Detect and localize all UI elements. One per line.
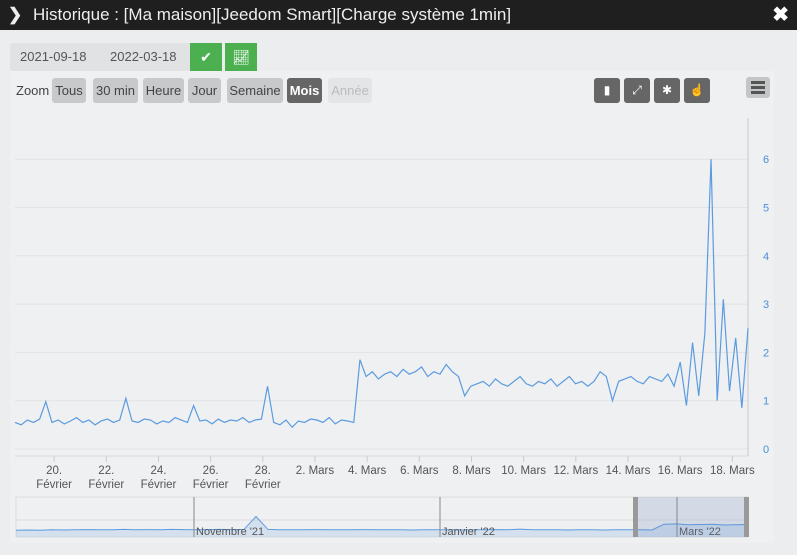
x-tick-label: Février [193,479,229,491]
x-tick-label: Février [141,479,177,491]
x-tick-label: 4. Mars [348,465,387,477]
y-tick-label: 2 [763,347,769,359]
x-tick-label: 6. Mars [400,465,439,477]
x-tick-label: 22. [98,465,114,477]
y-tick-label: 1 [763,396,769,408]
y-tick-label: 4 [763,251,769,263]
x-tick-label: 24. [150,465,166,477]
y-tick-label: 3 [763,299,769,311]
y-tick-label: 5 [763,203,769,215]
navigator-selection [636,497,748,537]
y-tick-label: 6 [763,154,769,166]
x-tick-label: 10. Mars [501,465,546,477]
x-tick-label: Février [36,479,72,491]
x-tick-label: 18. Mars [710,465,755,477]
x-tick-label: 8. Mars [452,465,491,477]
navigator-label: Janvier '22 [442,526,495,538]
x-tick-label: 14. Mars [606,465,651,477]
series-line [14,159,749,429]
x-tick-label: Février [245,479,281,491]
x-tick-label: 28. [255,465,271,477]
x-tick-label: 16. Mars [658,465,703,477]
x-tick-label: Février [88,479,124,491]
x-tick-label: 12. Mars [553,465,598,477]
x-tick-label: 20. [46,465,62,477]
history-chart[interactable]: 0 1 2 3 4 5 6 20. Février 22. Février 24. Février 26.… [0,0,797,555]
x-tick-label: 26. [203,465,219,477]
navigator-handle[interactable] [744,497,749,537]
navigator-label: Novembre '21 [196,526,264,538]
y-tick-label: 0 [763,444,769,456]
navigator-handle[interactable] [633,497,638,537]
x-tick-label: 2. Mars [296,465,335,477]
